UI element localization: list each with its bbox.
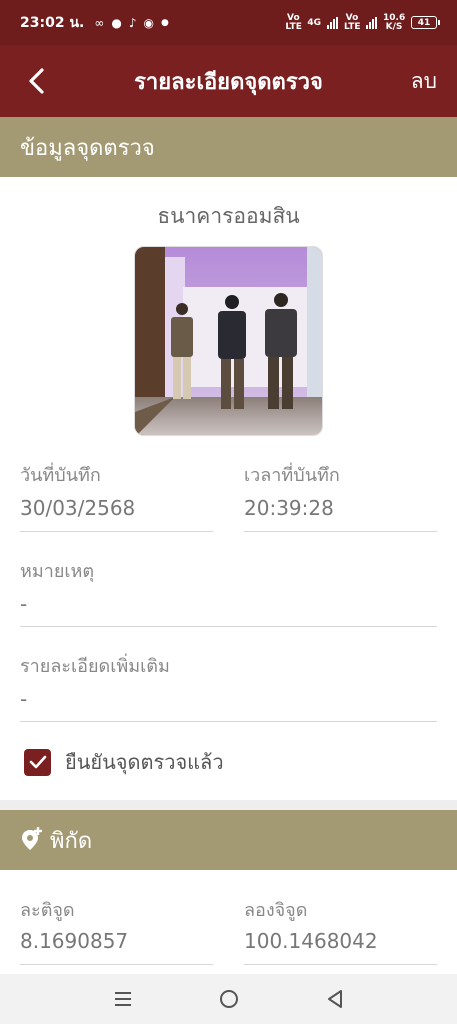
chat-icon: ●	[111, 15, 122, 30]
longitude-divider	[244, 964, 437, 965]
longitude-label: ลองจิจูด	[244, 900, 308, 921]
remark-label: หมายเหตุ	[20, 561, 95, 582]
back-button[interactable]	[22, 67, 50, 95]
battery-level: 41	[417, 17, 431, 28]
location-section-header: พิกัด	[0, 810, 457, 870]
section-gap	[0, 800, 457, 810]
home-icon[interactable]	[218, 988, 240, 1010]
speed-label: 10.6 K/S	[383, 12, 406, 32]
record-date-divider	[20, 531, 213, 532]
network-label-2: Vo LTE	[344, 12, 361, 32]
notification-icons: ∞ ● ♪ ◉ ●	[94, 16, 169, 30]
remark-value: -	[20, 592, 28, 616]
recent-apps-icon[interactable]	[113, 990, 133, 1008]
record-time-value: 20:39:28	[244, 496, 334, 520]
back-nav-icon[interactable]	[325, 988, 345, 1010]
status-right: Vo LTE 4G Vo LTE 10.6 K/S 41	[285, 12, 440, 32]
details-divider	[20, 721, 437, 722]
confirm-checkbox[interactable]	[24, 748, 51, 776]
record-date-value: 30/03/2568	[20, 496, 136, 520]
checkpoint-section-title: ข้อมูลจุดตรวจ	[20, 135, 155, 161]
checkpoint-photo[interactable]	[134, 246, 323, 436]
details-label: รายละเอียดเพิ่มเติม	[20, 656, 170, 677]
messenger-icon: ◉	[143, 15, 154, 30]
infinity-icon: ∞	[94, 15, 105, 30]
status-time: 23:02 น.	[20, 14, 85, 31]
record-date-label: วันที่บันทึก	[20, 465, 101, 486]
check-icon	[29, 755, 46, 769]
tiktok-icon: ♪	[128, 15, 137, 30]
latitude-value: 8.1690857	[20, 929, 129, 953]
battery-icon: 41	[411, 16, 440, 29]
details-value: -	[20, 687, 28, 711]
longitude-value: 100.1468042	[244, 929, 378, 953]
location-section-title: พิกัด	[50, 828, 93, 854]
photo-image	[135, 247, 322, 435]
system-nav-bar	[0, 974, 457, 1024]
chevron-left-icon	[29, 68, 44, 94]
dot-icon: ●	[160, 17, 169, 28]
checkpoint-section-header: ข้อมูลจุดตรวจ	[0, 117, 457, 177]
latitude-label: ละติจูด	[20, 900, 75, 921]
network-label-4g: 4G	[307, 17, 321, 28]
confirm-label: ยืนยันจุดตรวจแล้ว	[65, 750, 224, 774]
status-bar: 23:02 น. ∞ ● ♪ ◉ ● Vo LTE 4G Vo LTE 10.6…	[0, 0, 457, 45]
confirm-row: ยืนยันจุดตรวจแล้ว	[24, 746, 224, 778]
delete-button[interactable]: ลบ	[411, 65, 437, 98]
location-add-icon	[22, 827, 42, 850]
latitude-divider	[20, 964, 213, 965]
network-label-1: Vo LTE	[285, 12, 302, 32]
remark-divider	[20, 626, 437, 627]
place-name: ธนาคารออมสิน	[157, 204, 300, 228]
signal-icon-2	[366, 16, 377, 29]
page-title: รายละเอียดจุดตรวจ	[134, 69, 323, 95]
record-time-label: เวลาที่บันทึก	[244, 465, 340, 486]
app-bar: รายละเอียดจุดตรวจ ลบ	[0, 45, 457, 117]
record-time-divider	[244, 531, 437, 532]
signal-icon	[327, 16, 338, 29]
